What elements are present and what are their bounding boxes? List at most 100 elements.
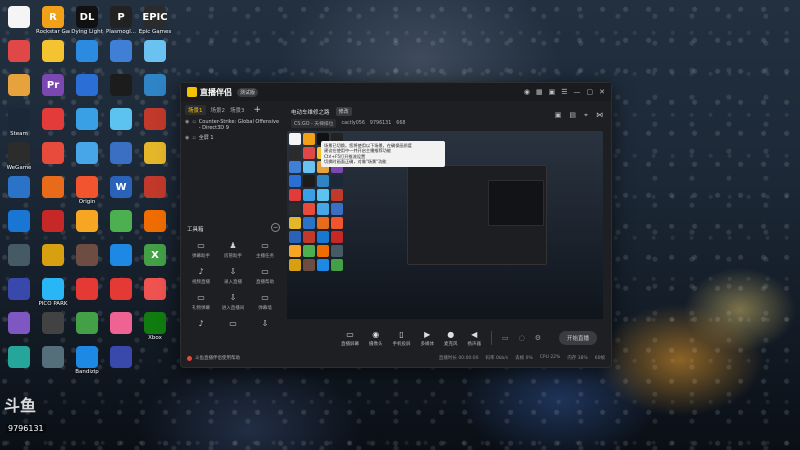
avatar-icon[interactable]: ◉ — [524, 88, 530, 96]
desktop-icon[interactable] — [104, 142, 138, 165]
tool-button[interactable]: ▭ 直播帮助 — [249, 267, 281, 285]
desktop-icon[interactable] — [104, 346, 138, 369]
minimize-icon[interactable]: — — [574, 88, 581, 96]
tool-button[interactable]: ♪ — [185, 319, 217, 331]
gift-icon[interactable]: ▣ — [555, 111, 562, 120]
desktop-icon[interactable] — [138, 176, 172, 199]
desktop-icon[interactable] — [36, 176, 70, 199]
phone-cast-button[interactable]: ▯ 手机投屏 — [393, 330, 411, 347]
go-live-button[interactable]: 开始直播 — [558, 331, 597, 345]
box-icon[interactable]: ▣ — [549, 88, 556, 96]
toolbox-toggle-icon[interactable]: − — [271, 223, 280, 232]
tab-scene-2[interactable]: 场景2 — [211, 106, 226, 114]
desktop-icon[interactable] — [104, 210, 138, 233]
source-item[interactable]: ◉ ▫ Counter-Strike: Global Offensive - D… — [185, 119, 281, 131]
desktop-icon[interactable] — [70, 244, 104, 267]
desktop-icon[interactable] — [2, 312, 36, 335]
tool-button[interactable]: ♟ 房管助手 — [217, 241, 249, 259]
desktop-icon[interactable]: PICO PARK — [36, 278, 70, 307]
help-link[interactable]: 斗鱼直播伴侣使用帮助 — [187, 355, 240, 361]
tab-scene-1[interactable]: 场景1 — [185, 105, 206, 115]
tool-button[interactable]: ▭ 弹幕墙 — [249, 293, 281, 311]
speaker-button[interactable]: ◀ 扬声器 — [468, 330, 482, 347]
desktop-icon[interactable] — [36, 40, 70, 63]
tool-button[interactable]: ♪ 视频直播 — [185, 267, 217, 285]
desktop-icon[interactable]: Pr — [36, 74, 70, 97]
desktop-icon[interactable]: WeGame — [2, 142, 36, 171]
lock-icon[interactable]: ▫ — [192, 119, 195, 125]
desktop-icon[interactable]: Steam — [2, 108, 36, 137]
desktop-icon[interactable]: RRockstar Games — [36, 6, 70, 35]
desktop-icon[interactable] — [104, 312, 138, 335]
menu-icon[interactable]: ☰ — [561, 88, 567, 96]
add-scene-button[interactable]: + — [254, 105, 262, 115]
desktop-icon[interactable] — [36, 244, 70, 267]
eye-icon[interactable]: ◌ — [519, 334, 525, 342]
stream-preview[interactable]: 场景已切换。您将使用以下场景，在确保画质度 建议在使用中一并开启主播推荐功能 C… — [287, 131, 603, 319]
desktop-icon[interactable] — [70, 312, 104, 335]
desktop-icon[interactable] — [70, 142, 104, 165]
desktop-icon[interactable]: DL Dying Light — [70, 6, 104, 35]
settings-icon[interactable]: ⚙ — [535, 334, 541, 342]
desktop-icon[interactable] — [70, 74, 104, 97]
desktop-icon[interactable] — [2, 176, 36, 199]
version-badge[interactable]: 测试版 — [237, 87, 259, 97]
tool-button[interactable]: ⇩ 录入直播 — [217, 267, 249, 285]
desktop-icon[interactable]: P Plasmogl... — [104, 6, 138, 35]
tool-button[interactable]: ▭ 礼物弹幕 — [185, 293, 217, 311]
desktop-icon[interactable]: W — [104, 176, 138, 199]
desktop-icon[interactable] — [104, 278, 138, 301]
desktop-icon[interactable]: X — [138, 244, 172, 267]
maximize-icon[interactable]: ▢ — [587, 88, 594, 96]
box-icon[interactable]: ▤ — [569, 111, 576, 120]
desktop-icon[interactable] — [2, 346, 36, 369]
desktop-icon[interactable] — [2, 278, 36, 301]
desktop-icon[interactable]: Origin — [70, 176, 104, 205]
share-icon[interactable]: ⋈ — [596, 111, 603, 120]
screen-capture-button[interactable]: ▭ 直播屏幕 — [341, 330, 359, 347]
source-item[interactable]: ◉ ▫ 全屏 1 — [185, 135, 281, 141]
desktop-icon[interactable]: Bandizip — [70, 346, 104, 375]
desktop-icon[interactable] — [36, 346, 70, 369]
tool-button[interactable]: ⇩ — [249, 319, 281, 331]
desktop-icon[interactable] — [138, 108, 172, 131]
desktop-icon[interactable] — [138, 40, 172, 63]
desktop-icon[interactable] — [70, 108, 104, 131]
category-chip[interactable]: CS:GO - 天梯排位 — [291, 119, 337, 128]
desktop-icon[interactable] — [138, 142, 172, 165]
desktop-icon[interactable] — [36, 142, 70, 165]
desktop-icon[interactable] — [36, 108, 70, 131]
desktop-icon[interactable] — [2, 40, 36, 63]
desktop-icon[interactable] — [2, 244, 36, 267]
desktop-icon[interactable] — [104, 108, 138, 131]
tool-button[interactable]: ▭ — [217, 319, 249, 331]
desktop-icon[interactable] — [36, 210, 70, 233]
desktop-icon[interactable] — [104, 244, 138, 267]
eye-icon[interactable]: ◉ — [185, 119, 189, 125]
pin-icon[interactable]: ⌖ — [584, 111, 588, 120]
desktop-icon[interactable]: EPIC Epic Games — [138, 6, 172, 35]
grid-icon[interactable]: ▦ — [536, 88, 543, 96]
desktop-icon[interactable] — [2, 210, 36, 233]
close-icon[interactable]: ✕ — [599, 88, 605, 96]
tool-button[interactable]: ▭ 主播任务 — [249, 241, 281, 259]
desktop-icon[interactable] — [104, 74, 138, 97]
desktop-icon[interactable] — [2, 74, 36, 97]
desktop-icon[interactable] — [2, 6, 36, 29]
media-button[interactable]: ▶ 多媒体 — [421, 330, 435, 347]
lock-icon[interactable]: ▫ — [192, 135, 195, 141]
tab-scene-3[interactable]: 场景3 — [230, 106, 245, 114]
tool-button[interactable]: ▭ 弹幕助手 — [185, 241, 217, 259]
desktop-icon[interactable] — [36, 312, 70, 335]
record-icon[interactable]: ▭ — [502, 334, 509, 342]
edit-title-button[interactable]: 修改 — [335, 107, 352, 116]
eye-icon[interactable]: ◉ — [185, 135, 189, 141]
desktop-icon[interactable]: Xbox — [138, 312, 172, 341]
desktop-icon[interactable] — [104, 40, 138, 63]
tool-button[interactable]: ⇩ 进入直播间 — [217, 293, 249, 311]
camera-button[interactable]: ◉ 摄像头 — [369, 330, 383, 347]
microphone-button[interactable]: ● 麦克风 — [444, 330, 458, 347]
desktop-icon[interactable] — [138, 210, 172, 233]
desktop-icon[interactable] — [138, 74, 172, 97]
desktop-icon[interactable] — [70, 210, 104, 233]
